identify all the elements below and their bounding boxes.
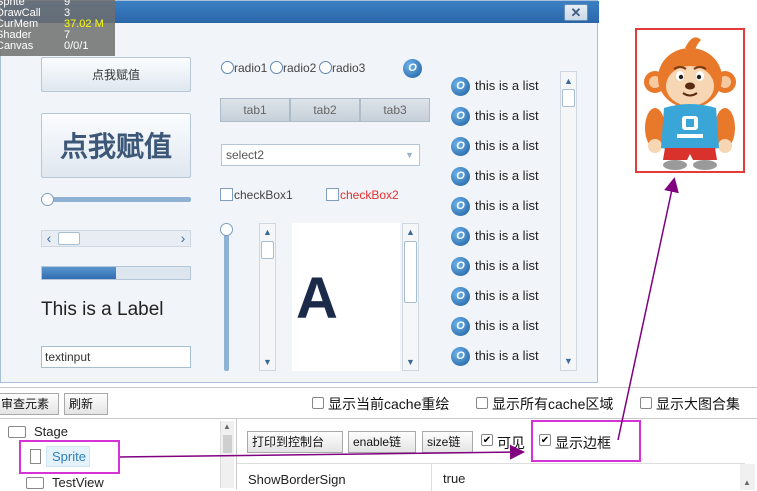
- arrow-to-image-border: [617, 177, 679, 441]
- arrow-to-border-option: [119, 444, 525, 460]
- annotation-arrows: [119, 177, 679, 460]
